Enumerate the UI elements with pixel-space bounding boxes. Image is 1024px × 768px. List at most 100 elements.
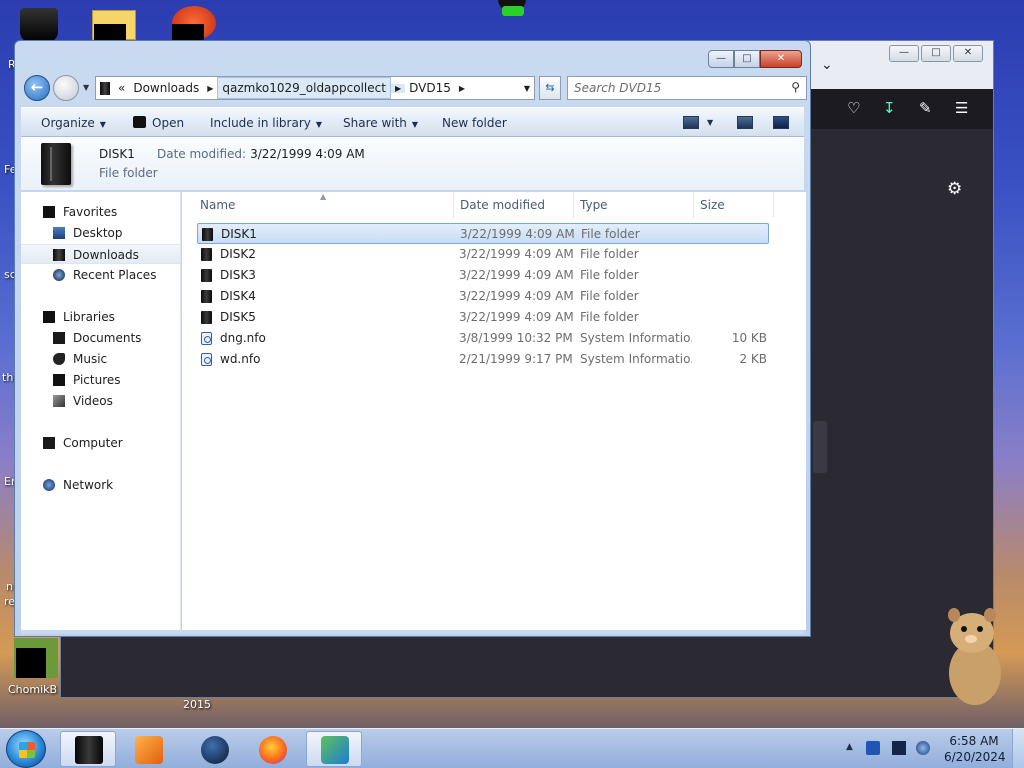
sidebar-item-label: Videos <box>73 394 113 408</box>
open-icon <box>133 116 146 128</box>
forward-button[interactable] <box>53 75 79 101</box>
folder-icon <box>100 81 110 95</box>
downloads-icon[interactable]: ↧ <box>883 99 896 117</box>
file-row[interactable]: DISK5 3/22/1999 4:09 AM File folder <box>197 307 769 328</box>
show-hidden-icons-button[interactable]: ▲ <box>846 742 853 752</box>
sidebar-item-favorites[interactable]: Favorites <box>21 202 180 222</box>
tray-volume-icon[interactable] <box>916 741 930 755</box>
taskbar-firefox-button[interactable] <box>244 731 300 767</box>
open-label: Open <box>152 116 185 130</box>
include-in-library-button[interactable]: Include in library ▼ <box>210 116 322 130</box>
firefox-minimize-button[interactable]: — <box>889 45 919 62</box>
menu-icon[interactable]: ☰ <box>955 99 968 117</box>
search-input[interactable] <box>574 78 784 98</box>
column-header-size[interactable]: Size <box>694 192 774 218</box>
folder-large-icon <box>41 143 71 185</box>
sidebar-item-recent-places[interactable]: Recent Places <box>21 265 180 285</box>
sidebar-item-network[interactable]: Network <box>21 475 180 495</box>
file-row[interactable]: DISK3 3/22/1999 4:09 AM File folder <box>197 265 769 286</box>
modified-value: 3/22/1999 4:09 AM <box>250 147 365 161</box>
sidebar-item-computer[interactable]: Computer <box>21 433 180 453</box>
include-in-library-label: Include in library <box>210 116 311 130</box>
column-header-type[interactable]: Type <box>574 192 694 218</box>
music-note-icon <box>53 353 65 365</box>
column-header-name[interactable]: Name <box>194 192 454 218</box>
file-name: DISK4 <box>220 289 256 303</box>
start-button[interactable] <box>6 730 46 768</box>
year-label: 2015 <box>183 698 211 711</box>
documents-icon <box>53 332 65 344</box>
minimize-button[interactable]: — <box>708 50 734 68</box>
sidebar-item-documents[interactable]: Documents <box>21 328 180 348</box>
sidebar-item-pictures[interactable]: Pictures <box>21 370 180 390</box>
file-list: ▲ Name Date modified Type Size DISK1 3/2… <box>182 192 806 630</box>
sidebar-item-label: Desktop <box>73 226 123 240</box>
tray-display-icon[interactable] <box>892 741 906 755</box>
sidebar-item-downloads[interactable]: Downloads <box>21 244 180 264</box>
file-type: File folder <box>580 247 639 261</box>
breadcrumb-dvd15[interactable]: DVD15 <box>405 81 455 95</box>
search-icon[interactable]: ⚲ <box>791 80 800 94</box>
breadcrumb-chevron-icon[interactable]: ▶ <box>390 83 406 93</box>
file-row[interactable]: DISK2 3/22/1999 4:09 AM File folder <box>197 244 769 265</box>
back-button[interactable]: ← <box>24 75 50 101</box>
extensions-icon[interactable]: ✎ <box>919 99 932 117</box>
tab-list-chevron-icon[interactable]: ⌄ <box>821 57 833 73</box>
help-icon[interactable] <box>773 116 789 129</box>
taskbar-media-player-button[interactable] <box>120 731 176 767</box>
show-desktop-button[interactable] <box>1012 729 1024 768</box>
file-row[interactable]: dng.nfo 3/8/1999 10:32 PM System Informa… <box>197 328 769 349</box>
taskbar-explorer-button[interactable] <box>60 731 116 767</box>
new-folder-button[interactable]: New folder <box>442 116 507 130</box>
search-box[interactable]: ⚲ <box>567 76 807 100</box>
address-bar[interactable]: « Downloads ▶ qazmko1029_oldappcollect ▶… <box>95 76 535 100</box>
chevron-down-icon: ▼ <box>411 120 419 129</box>
close-button[interactable]: ✕ <box>760 50 802 68</box>
address-overflow[interactable]: « <box>110 81 129 95</box>
column-header-date-modified[interactable]: Date modified <box>454 192 574 218</box>
preview-pane-icon[interactable] <box>737 116 753 129</box>
firefox-maximize-button[interactable]: □ <box>921 45 951 62</box>
sidebar-item-libraries[interactable]: Libraries <box>21 307 180 327</box>
address-dropdown-icon[interactable]: ▼ <box>524 84 530 93</box>
taskbar-globe-button[interactable] <box>186 731 242 767</box>
hamster-decoration <box>948 608 1001 705</box>
recent-pages-dropdown-icon[interactable]: ▼ <box>83 83 89 92</box>
tray-security-icon[interactable] <box>866 741 880 755</box>
file-row[interactable]: DISK1 3/22/1999 4:09 AM File folder <box>197 223 769 244</box>
media-player-icon <box>135 736 163 764</box>
refresh-button[interactable]: ⇆ <box>539 76 561 100</box>
breadcrumb-downloads[interactable]: Downloads <box>129 81 203 95</box>
clock[interactable]: 6:58 AM 6/20/2024 <box>944 733 1006 765</box>
taskbar-messenger-button[interactable] <box>306 731 362 767</box>
clock-date: 6/20/2024 <box>944 750 1006 764</box>
change-view-icon[interactable] <box>683 116 699 129</box>
breadcrumb-chevron-icon[interactable]: ▶ <box>455 84 469 93</box>
firefox-scrollbar-thumb[interactable] <box>813 421 827 473</box>
sidebar-item-music[interactable]: Music <box>21 349 180 369</box>
pocket-icon[interactable]: ♡ <box>847 99 860 117</box>
share-with-button[interactable]: Share with ▼ <box>343 116 418 130</box>
folder-icon <box>201 290 212 303</box>
desktop-label-fragment: th <box>2 371 14 384</box>
maximize-button[interactable]: □ <box>734 50 760 68</box>
taskbar: ▲ 6:58 AM 6/20/2024 <box>0 728 1024 768</box>
selected-item-modified: Date modified: 3/22/1999 4:09 AM <box>157 147 365 161</box>
file-name: DISK2 <box>220 247 256 261</box>
firefox-close-button[interactable]: ✕ <box>953 45 983 62</box>
breadcrumb-qazmko1029[interactable]: qazmko1029_oldappcollect <box>217 77 391 99</box>
firefox-window-controls: — □ ✕ <box>889 45 983 62</box>
settings-gear-icon[interactable]: ⚙ <box>947 179 962 199</box>
file-row[interactable]: DISK4 3/22/1999 4:09 AM File folder <box>197 286 769 307</box>
explorer-window[interactable]: — □ ✕ ← ▼ « Downloads ▶ qazmko1029_oldap… <box>14 40 811 637</box>
file-row[interactable]: wd.nfo 2/21/1999 9:17 PM System Informat… <box>197 349 769 370</box>
open-button[interactable]: Open <box>133 116 184 130</box>
organize-button[interactable]: Organize ▼ <box>41 116 106 130</box>
sidebar-item-desktop[interactable]: Desktop <box>21 223 180 243</box>
sidebar-item-videos[interactable]: Videos <box>21 391 180 411</box>
recycle-bin-icon[interactable] <box>20 8 58 42</box>
view-options-dropdown-icon[interactable]: ▼ <box>707 118 713 127</box>
network-globe-icon <box>43 479 55 491</box>
breadcrumb-chevron-icon[interactable]: ▶ <box>203 84 217 93</box>
file-type: File folder <box>581 227 640 241</box>
